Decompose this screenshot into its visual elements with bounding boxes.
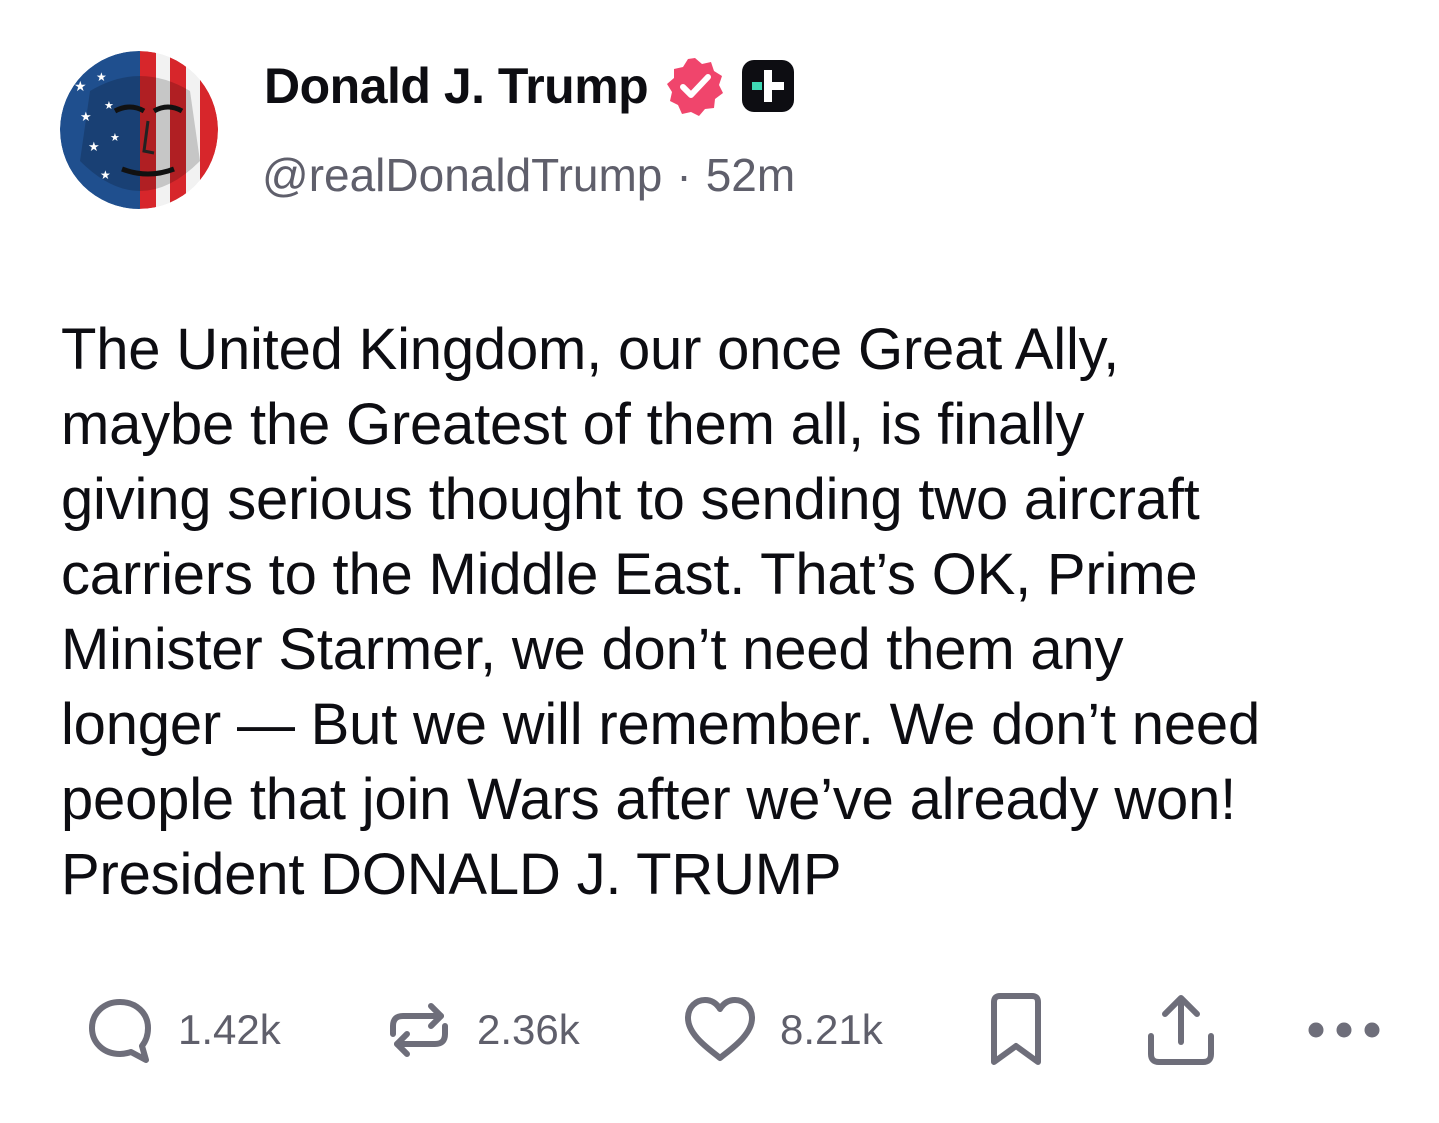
svg-text:★: ★ xyxy=(80,110,92,125)
svg-text:★: ★ xyxy=(104,99,114,112)
post-card: ★ ★ ★ ★ ★ ★ ★ Donald J. Trump @realDonal… xyxy=(0,0,1439,1123)
verified-badge-icon xyxy=(667,58,724,116)
svg-text:★: ★ xyxy=(110,131,120,144)
reply-icon xyxy=(89,999,151,1063)
heart-icon xyxy=(685,997,755,1061)
share-icon xyxy=(1148,995,1214,1065)
svg-text:★: ★ xyxy=(74,79,87,95)
like-button[interactable]: 8.21k xyxy=(682,990,883,1070)
author-name-row: Donald J. Trump xyxy=(264,56,796,116)
share-button[interactable] xyxy=(1143,990,1219,1070)
display-name[interactable]: Donald J. Trump xyxy=(264,57,649,115)
bookmark-button[interactable] xyxy=(986,990,1046,1070)
repost-button[interactable]: 2.36k xyxy=(383,990,580,1070)
more-button[interactable] xyxy=(1306,990,1382,1070)
handle[interactable]: @realDonaldTrump xyxy=(262,148,662,202)
meta-separator: · xyxy=(676,149,692,201)
post-text: The United Kingdom, our once Great Ally,… xyxy=(61,317,1261,907)
repost-icon xyxy=(390,1003,448,1057)
like-count: 8.21k xyxy=(780,1006,883,1053)
avatar[interactable]: ★ ★ ★ ★ ★ ★ ★ xyxy=(60,51,218,209)
author-meta: @realDonaldTrump · 52m xyxy=(262,148,795,202)
svg-text:★: ★ xyxy=(96,70,107,84)
bookmark-icon xyxy=(991,993,1041,1065)
reply-count: 1.42k xyxy=(178,1006,281,1053)
more-icon xyxy=(1308,1022,1380,1038)
svg-text:★: ★ xyxy=(100,168,111,182)
svg-text:★: ★ xyxy=(88,140,100,155)
repost-count: 2.36k xyxy=(477,1006,580,1053)
plus-badge-icon xyxy=(742,60,795,112)
reply-button[interactable]: 1.42k xyxy=(84,990,281,1070)
timestamp[interactable]: 52m xyxy=(706,148,795,202)
flag-portrait-avatar: ★ ★ ★ ★ ★ ★ ★ xyxy=(60,51,218,209)
action-bar: 1.42k 2.36k 8.21k xyxy=(0,990,1439,1070)
